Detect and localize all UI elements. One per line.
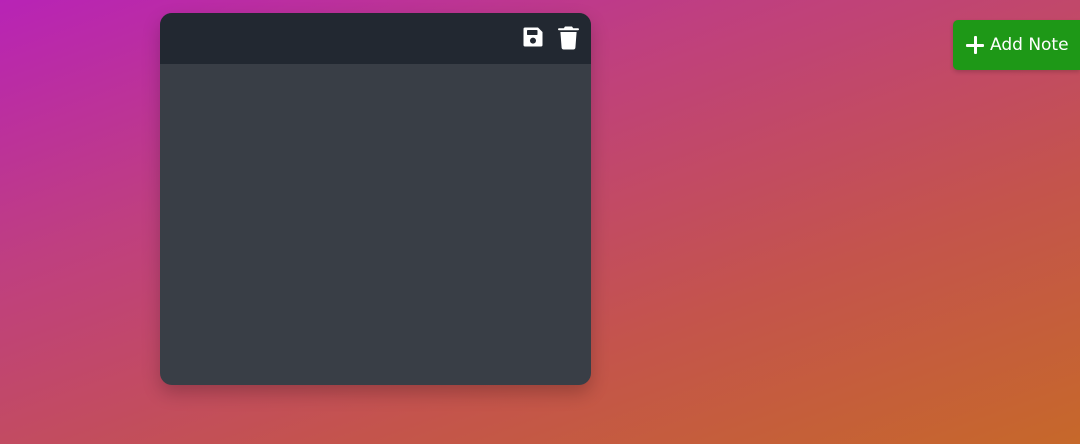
note-header — [160, 13, 591, 64]
add-note-label: Add Note — [990, 34, 1069, 55]
add-note-button[interactable]: Add Note — [953, 20, 1080, 70]
plus-icon — [966, 36, 984, 54]
floppy-disk-icon — [523, 27, 543, 47]
note-actions — [521, 24, 580, 50]
delete-note-button[interactable] — [556, 24, 580, 50]
save-note-button[interactable] — [521, 24, 545, 50]
trash-icon — [557, 26, 579, 50]
note-textarea[interactable] — [160, 64, 591, 385]
note-card — [160, 13, 591, 385]
app-canvas: Add Note — [0, 0, 1080, 444]
